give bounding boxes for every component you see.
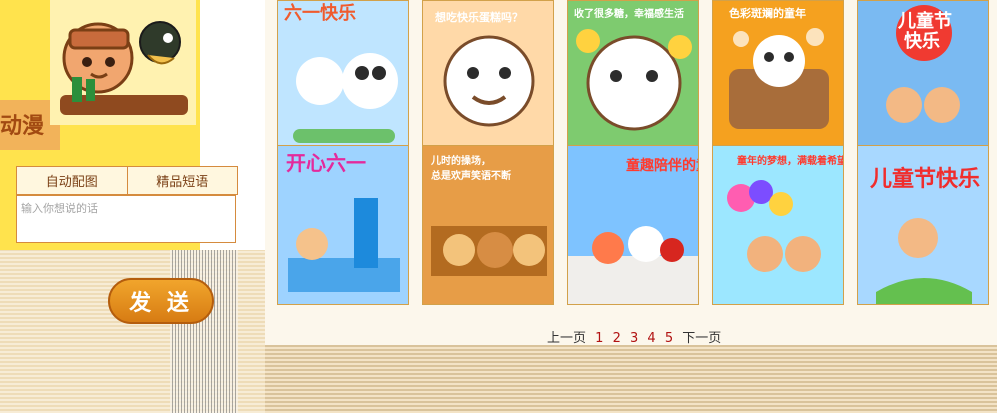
gallery-area: 六一快乐 想吃快乐蛋糕吗？ 收了很多糖，幸福感生活 色彩斑斓的童年 儿童节 快乐… [265,0,997,413]
card-9-illustration: 童年的梦想，满载着希望 [713,146,844,304]
svg-text:儿时的操场，: 儿时的操场， [430,154,491,167]
card-4-illustration: 色彩斑斓的童年 [713,1,843,159]
send-button[interactable]: 发 送 [108,278,214,324]
page-1-link[interactable]: 1 [595,331,603,346]
send-button-label: 发 送 [129,291,193,316]
card-7[interactable]: 儿时的操场， 总是欢声笑语不断 [422,145,554,305]
card-4[interactable]: 色彩斑斓的童年 [712,0,844,160]
left-panel: 动漫 自动配图 精品短语 输入你想说的话 发 送 [0,0,265,413]
card-1[interactable]: 六一快乐 [277,0,409,160]
card-2[interactable]: 想吃快乐蛋糕吗？ [422,0,554,160]
card-8[interactable]: 童趣陪伴的童年 [567,145,699,305]
tab-auto-image[interactable]: 自动配图 [17,167,128,194]
page-2-link[interactable]: 2 [613,331,621,346]
card-7-illustration: 儿时的操场， 总是欢声笑语不断 [423,146,553,304]
side-label: 动漫 [0,114,45,139]
bottom-texture [265,345,997,413]
pagination: 上一页 1 2 3 4 5 下一页 [547,327,726,346]
card-8-illustration: 童趣陪伴的童年 [568,146,699,304]
svg-text:总是欢声笑语不断: 总是欢声笑语不断 [431,169,511,182]
message-input-placeholder: 输入你想说的话 [21,202,98,215]
image-grid: 六一快乐 想吃快乐蛋糕吗？ 收了很多糖，幸福感生活 色彩斑斓的童年 儿童节 快乐… [277,0,993,326]
message-tabs: 自动配图 精品短语 [16,166,238,195]
card-10-illustration: 儿童节快乐 [858,146,988,304]
card-6[interactable]: 开心六一 [277,145,409,305]
left-middle-strip [170,250,238,413]
card-3-illustration: 收了很多糖，幸福感生活 [568,1,698,159]
card-3[interactable]: 收了很多糖，幸福感生活 [567,0,699,160]
card-2-illustration: 想吃快乐蛋糕吗？ [423,1,553,159]
svg-text:想吃快乐蛋糕吗？: 想吃快乐蛋糕吗？ [434,10,523,24]
page-3-link[interactable]: 3 [630,331,638,346]
page-5-link[interactable]: 5 [665,331,673,346]
svg-text:快乐: 快乐 [904,30,940,52]
svg-text:色彩斑斓的童年: 色彩斑斓的童年 [729,6,806,20]
tab-quality-phrases-label: 精品短语 [156,175,209,190]
svg-text:童年的梦想，满载着希望: 童年的梦想，满载着希望 [737,154,844,167]
hero-illustration [50,0,196,125]
next-page-link[interactable]: 下一页 [682,331,721,346]
prev-page-link[interactable]: 上一页 [547,331,586,346]
tab-quality-phrases[interactable]: 精品短语 [128,167,238,194]
page-4-link[interactable]: 4 [647,331,655,346]
svg-text:收了很多糖，幸福感生活: 收了很多糖，幸福感生活 [574,7,684,20]
card-1-illustration: 六一快乐 [278,1,408,159]
message-input[interactable]: 输入你想说的话 [16,195,236,243]
card-9[interactable]: 童年的梦想，满载着希望 [712,145,844,305]
svg-text:童趣陪伴的童年: 童趣陪伴的童年 [626,157,699,174]
card-5-illustration: 儿童节 快乐 [858,1,988,159]
svg-text:六一快乐: 六一快乐 [284,2,356,24]
tab-auto-image-label: 自动配图 [45,175,98,190]
card-6-illustration: 开心六一 [278,146,408,304]
card-10[interactable]: 儿童节快乐 [857,145,989,305]
card-5[interactable]: 儿童节 快乐 [857,0,989,160]
character-illustration [50,0,196,125]
svg-text:开心六一: 开心六一 [286,151,366,175]
svg-text:儿童节快乐: 儿童节快乐 [869,166,980,192]
svg-text:儿童节: 儿童节 [897,10,952,32]
